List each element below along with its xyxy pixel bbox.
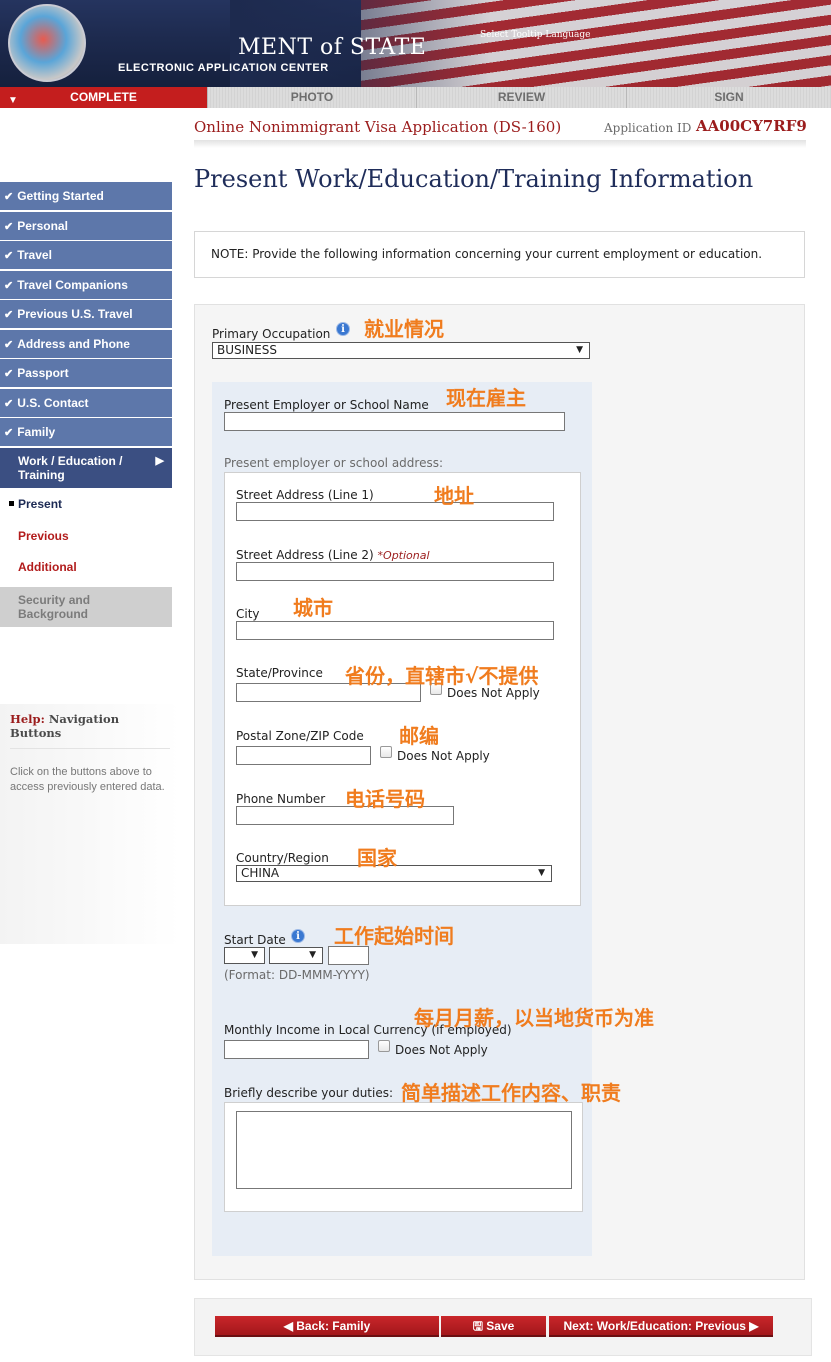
progress-tabs: ▼ COMPLETE PHOTO REVIEW SIGN	[0, 87, 831, 108]
annotation-duties: 简单描述工作内容、职责	[401, 1081, 621, 1105]
department-seal-logo	[8, 4, 86, 82]
check-icon: ✔	[4, 427, 14, 439]
street1-label: Street Address (Line 1)	[236, 488, 374, 502]
annotation-country: 国家	[357, 846, 397, 870]
help-text: Click on the buttons above to access pre…	[10, 766, 165, 793]
street2-input[interactable]	[236, 562, 554, 581]
country-label: Country/Region	[236, 851, 329, 865]
annotation-occupation: 就业情况	[364, 317, 444, 341]
application-title: Online Nonimmigrant Visa Application (DS…	[194, 118, 562, 136]
start-month-select[interactable]: ▼	[269, 947, 323, 964]
save-button[interactable]: 🖫 Save	[441, 1316, 546, 1337]
note-box: NOTE: Provide the following information …	[194, 231, 805, 278]
help-panel: Help: Navigation Buttons Click on the bu…	[0, 704, 180, 944]
postal-dna-checkbox[interactable]	[380, 746, 392, 758]
header-subtitle: ELECTRONIC APPLICATION CENTER	[118, 62, 329, 74]
check-icon: ✔	[4, 191, 14, 203]
employer-name-label: Present Employer or School Name	[224, 398, 429, 412]
dropdown-arrow-icon: ▼	[251, 950, 258, 960]
arrow-right-icon: ▶	[749, 1319, 759, 1333]
annotation-employer: 现在雇主	[446, 386, 526, 410]
sidebar-item-previous-us-travel[interactable]: ✔ Previous U.S. Travel	[0, 300, 172, 328]
help-title: Help: Navigation Buttons	[10, 712, 170, 749]
info-icon[interactable]: i	[336, 322, 350, 336]
sidebar-item-travel-companions[interactable]: ✔ Travel Companions	[0, 270, 172, 299]
annotation-postal: 邮编	[399, 724, 439, 748]
city-label: City	[236, 607, 260, 621]
tooltip-language-select[interactable]: Select Tooltip Language	[480, 30, 591, 40]
tab-sign[interactable]: SIGN	[627, 87, 831, 108]
employer-name-input[interactable]	[224, 412, 565, 431]
phone-label: Phone Number	[236, 792, 326, 806]
floppy-disk-icon: 🖫	[472, 1319, 483, 1333]
check-icon: ✔	[4, 368, 14, 380]
annotation-income: 每月月薪，以当地货币为准	[414, 1006, 654, 1030]
arrow-left-icon: ◀	[283, 1319, 293, 1333]
arrow-right-icon: ▶	[155, 454, 164, 467]
annotation-city: 城市	[293, 596, 333, 620]
sidebar-item-personal[interactable]: ✔ Personal	[0, 211, 172, 240]
sidebar-item-address-phone[interactable]: ✔ Address and Phone	[0, 329, 172, 358]
sidebar-item-family[interactable]: ✔ Family	[0, 418, 172, 446]
site-header: MENT of STATE ELECTRONIC APPLICATION CEN…	[0, 0, 831, 87]
sidebar-item-travel[interactable]: ✔ Travel	[0, 241, 172, 269]
postal-input[interactable]	[236, 746, 371, 765]
income-dna-label: Does Not Apply	[395, 1043, 488, 1057]
annotation-address: 地址	[434, 484, 474, 508]
tab-photo[interactable]: PHOTO	[208, 87, 417, 108]
income-input[interactable]	[224, 1040, 369, 1059]
date-format-hint: (Format: DD-MMM-YYYY)	[224, 968, 370, 982]
sidebar-item-work-education[interactable]: Work / Education / Training ▶	[0, 447, 172, 488]
state-label: State/Province	[236, 666, 323, 680]
divider	[194, 140, 806, 148]
caret-down-icon: ▼	[8, 95, 18, 106]
check-icon: ✔	[4, 279, 14, 292]
application-id: AA00CY7RF9	[696, 117, 807, 135]
back-button[interactable]: ◀ Back: Family	[215, 1316, 439, 1337]
start-day-select[interactable]: ▼	[224, 947, 265, 964]
check-icon: ✔	[4, 397, 14, 410]
sidebar-item-security-background: Security and Background	[0, 586, 172, 627]
primary-occupation-select[interactable]: BUSINESS ▼	[212, 342, 590, 359]
sidebar-subitem-previous[interactable]: Previous	[0, 521, 172, 553]
tab-review[interactable]: REVIEW	[417, 87, 627, 108]
check-icon: ✔	[4, 220, 14, 233]
postal-dna-label: Does Not Apply	[397, 749, 490, 763]
dropdown-arrow-icon: ▼	[538, 868, 545, 878]
dropdown-arrow-icon: ▼	[576, 345, 583, 355]
annotation-start-date: 工作起始时间	[334, 924, 454, 948]
sidebar-subitem-additional[interactable]: Additional	[0, 552, 172, 584]
sidebar-item-getting-started[interactable]: ✔ Getting Started	[0, 182, 172, 210]
check-icon: ✔	[4, 338, 14, 351]
city-input[interactable]	[236, 621, 554, 640]
duties-textarea[interactable]	[236, 1111, 572, 1189]
sidebar-subitem-present[interactable]: Present	[0, 489, 172, 521]
income-dna-checkbox[interactable]	[378, 1040, 390, 1052]
tab-complete[interactable]: ▼ COMPLETE	[0, 87, 208, 108]
next-button[interactable]: Next: Work/Education: Previous ▶	[549, 1316, 773, 1337]
street1-input[interactable]	[236, 502, 554, 521]
annotation-state: 省份，直辖市√不提供	[345, 664, 539, 688]
primary-occupation-label: Primary Occupation	[212, 327, 331, 341]
dropdown-arrow-icon: ▼	[309, 950, 316, 960]
start-date-label: Start Date	[224, 933, 286, 947]
sidebar-nav: ✔ Getting Started ✔ Personal ✔ Travel ✔ Trav…	[0, 182, 172, 628]
check-icon: ✔	[4, 250, 14, 262]
address-heading: Present employer or school address:	[224, 456, 443, 470]
sidebar-item-us-contact[interactable]: ✔ U.S. Contact	[0, 388, 172, 417]
application-id-label: Application ID	[604, 121, 692, 135]
header-title: MENT of STATE	[238, 35, 427, 60]
page-title: Present Work/Education/Training Informat…	[194, 165, 754, 193]
info-icon[interactable]: i	[291, 929, 305, 943]
duties-label: Briefly describe your duties:	[224, 1086, 394, 1100]
street2-label: Street Address (Line 2) *Optional	[236, 548, 430, 562]
sidebar-item-passport[interactable]: ✔ Passport	[0, 359, 172, 387]
postal-label: Postal Zone/ZIP Code	[236, 729, 364, 743]
annotation-phone: 电话号码	[345, 787, 425, 811]
check-icon: ✔	[4, 309, 14, 321]
